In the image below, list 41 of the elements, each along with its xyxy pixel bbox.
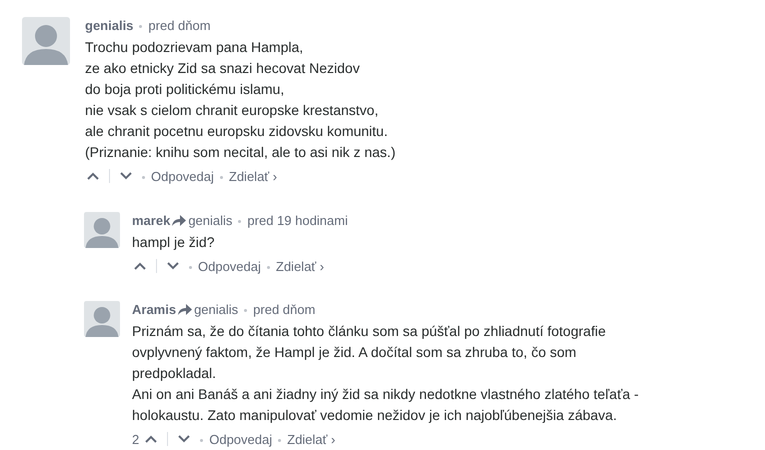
comment-time[interactable]: pred 19 hodinami	[247, 212, 348, 228]
comment-action-link[interactable]: Zdielať ›	[287, 432, 336, 446]
dot-separator-icon	[139, 24, 142, 28]
comment-text: Ani on ani Banáš a ani žiadny iný žid sa nikdy nedotkne vlastného zlatého teľaťa - holokaustu. Zato manipulovať vedomie nežidov je ich najobľúbenejšia zábava.	[132, 385, 640, 425]
comment-text: nie vsak s cielom chranit europske krestanstvo,	[85, 101, 380, 120]
author-name[interactable]: genialis	[85, 18, 134, 32]
dot-separator-icon	[189, 266, 192, 268]
upvote-icon[interactable]	[87, 172, 99, 180]
comment-text: (Priznanie: knihu som necital, ale to asi nik z nas.)	[85, 143, 396, 162]
author-name[interactable]: Aramis	[132, 302, 176, 316]
dot-separator-icon	[244, 308, 248, 312]
downvote-icon[interactable]	[120, 172, 132, 180]
comment-text: hampl je žid?	[132, 233, 216, 252]
vote-count: 2	[132, 432, 140, 446]
comment-text: Trochu podozrievam pana Hampla,	[85, 38, 304, 57]
comment-text: Priznám sa, že do čítania tohto článku som sa púšťal po zhliadnutí fotografie ovplyvnený faktom, že Hampl je žid. A dočítal som sa zhruba to, čo som predpokladal.	[132, 322, 607, 383]
dot-separator-icon	[278, 438, 282, 442]
reply-arrow-icon	[172, 214, 186, 226]
comment-text: do boja proti politickému islamu,	[85, 80, 286, 99]
comment-action-link[interactable]: Zdielať ›	[228, 168, 278, 184]
comment-action-link[interactable]: Odpovedaj	[198, 258, 261, 274]
upvote-icon[interactable]	[134, 262, 146, 270]
comment-text: ze ako etnicky Zid sa snazi hecovat Nezidov	[85, 59, 361, 78]
comment-action-link[interactable]: Zdielať ›	[276, 258, 324, 274]
comment-text: ale chranit pocetnu europsku zidovsku komunitu.	[85, 122, 389, 141]
upvote-icon[interactable]	[145, 435, 158, 443]
dot-separator-icon	[238, 220, 242, 222]
dot-separator-icon	[266, 266, 270, 268]
comment-time[interactable]: pred dňom	[253, 302, 316, 316]
downvote-icon[interactable]	[178, 435, 190, 443]
reply-arrow-icon	[178, 304, 192, 314]
comment-time[interactable]: pred dňom	[148, 18, 211, 32]
dot-separator-icon	[220, 176, 223, 178]
dot-separator-icon	[200, 438, 204, 442]
dot-separator-icon	[142, 176, 145, 178]
reply-to-name[interactable]: genialis	[194, 302, 238, 316]
comment-action-link[interactable]: Odpovedaj	[209, 432, 272, 446]
downvote-icon[interactable]	[167, 262, 179, 270]
reply-to-name[interactable]: genialis	[188, 212, 232, 228]
comment-action-link[interactable]: Odpovedaj	[151, 168, 214, 184]
author-name[interactable]: marek	[132, 212, 170, 228]
